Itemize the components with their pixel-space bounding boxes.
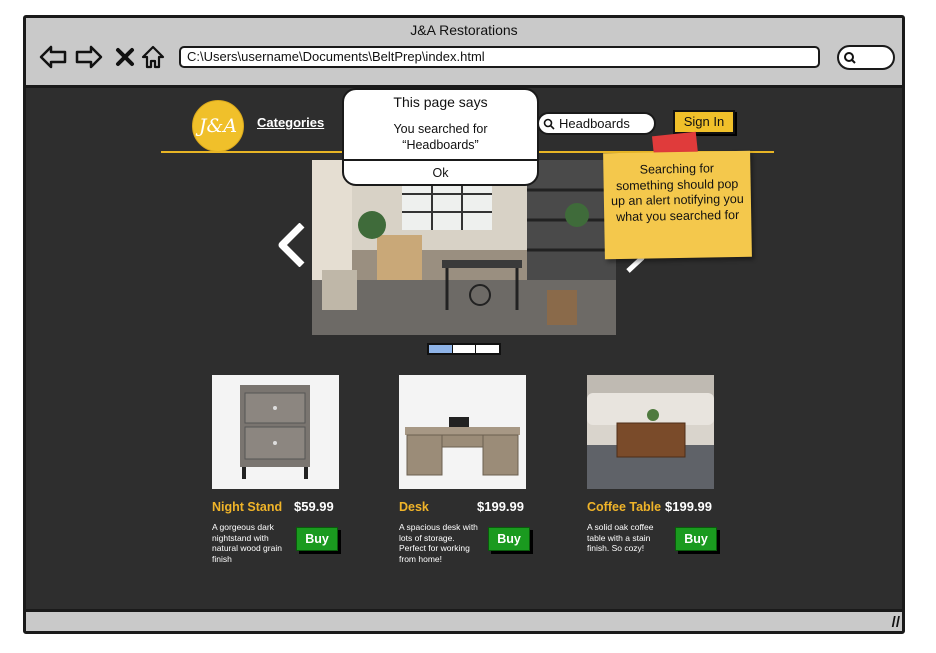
buy-button[interactable]: Buy [675, 527, 717, 551]
carousel-prev-icon[interactable] [276, 223, 306, 267]
product-image[interactable] [399, 375, 526, 489]
product-price: $199.99 [665, 499, 712, 514]
product-card: Desk $199.99 A spacious desk with lots o… [399, 375, 559, 575]
carousel-image [312, 160, 616, 335]
alert-message-line2: “Headboards” [402, 138, 479, 152]
buy-button[interactable]: Buy [488, 527, 530, 551]
product-name: Coffee Table [587, 500, 662, 514]
window-title: J&A Restorations [410, 22, 518, 38]
alert-divider [344, 159, 537, 161]
search-icon [543, 118, 555, 130]
sign-in-button[interactable]: Sign In [673, 110, 735, 134]
carousel-dot-2[interactable] [452, 345, 477, 353]
product-description: A solid oak coffee table with a stain fi… [587, 522, 654, 553]
product-name: Night Stand [212, 500, 283, 514]
alert-dialog: This page says You searched for “Headboa… [342, 88, 539, 186]
sticky-note: Searching for something should pop up an… [603, 150, 752, 260]
alert-ok-button[interactable]: Ok [344, 166, 537, 180]
search-value: Headboards [559, 116, 630, 131]
site-search-input[interactable]: Headboards [537, 112, 656, 135]
product-image[interactable] [212, 375, 339, 489]
back-arrow-icon[interactable] [38, 42, 68, 72]
close-icon[interactable] [110, 42, 140, 72]
nav-categories-link[interactable]: Categories [257, 115, 324, 130]
product-description: A gorgeous dark nightstand with natural … [212, 522, 282, 564]
product-card: Night Stand $59.99 A gorgeous dark night… [212, 375, 372, 575]
product-name: Desk [399, 500, 429, 514]
forward-arrow-icon[interactable] [74, 42, 104, 72]
product-price: $199.99 [477, 499, 524, 514]
product-description: A spacious desk with lots of storage. Pe… [399, 522, 478, 564]
carousel-dot-1[interactable] [429, 345, 453, 353]
sticky-note-text: Searching for something should pop up an… [610, 161, 744, 224]
site-logo[interactable]: J&A [192, 100, 244, 152]
home-icon[interactable] [138, 42, 168, 72]
browser-search-button[interactable] [837, 45, 895, 70]
browser-titlebar: J&A Restorations C:\Users\username\Docum… [26, 18, 902, 88]
product-card: Coffee Table $199.99 A solid oak coffee … [587, 375, 747, 575]
browser-statusbar: // [26, 609, 902, 631]
browser-window: J&A Restorations C:\Users\username\Docum… [23, 15, 905, 634]
alert-message-line1: You searched for [393, 122, 488, 136]
page-viewport: J&A Categories Headboards Sign In Search… [26, 88, 902, 609]
alert-title: This page says [393, 94, 488, 110]
product-price: $59.99 [294, 499, 334, 514]
carousel-indicators [427, 343, 501, 355]
address-bar[interactable]: C:\Users\username\Documents\BeltPrep\ind… [179, 46, 820, 68]
search-icon [844, 52, 856, 64]
resize-grip-icon[interactable]: // [892, 614, 900, 631]
carousel-dot-3[interactable] [476, 345, 500, 353]
alert-message: You searched for “Headboards” [344, 121, 537, 153]
product-image[interactable] [587, 375, 714, 489]
buy-button[interactable]: Buy [296, 527, 338, 551]
